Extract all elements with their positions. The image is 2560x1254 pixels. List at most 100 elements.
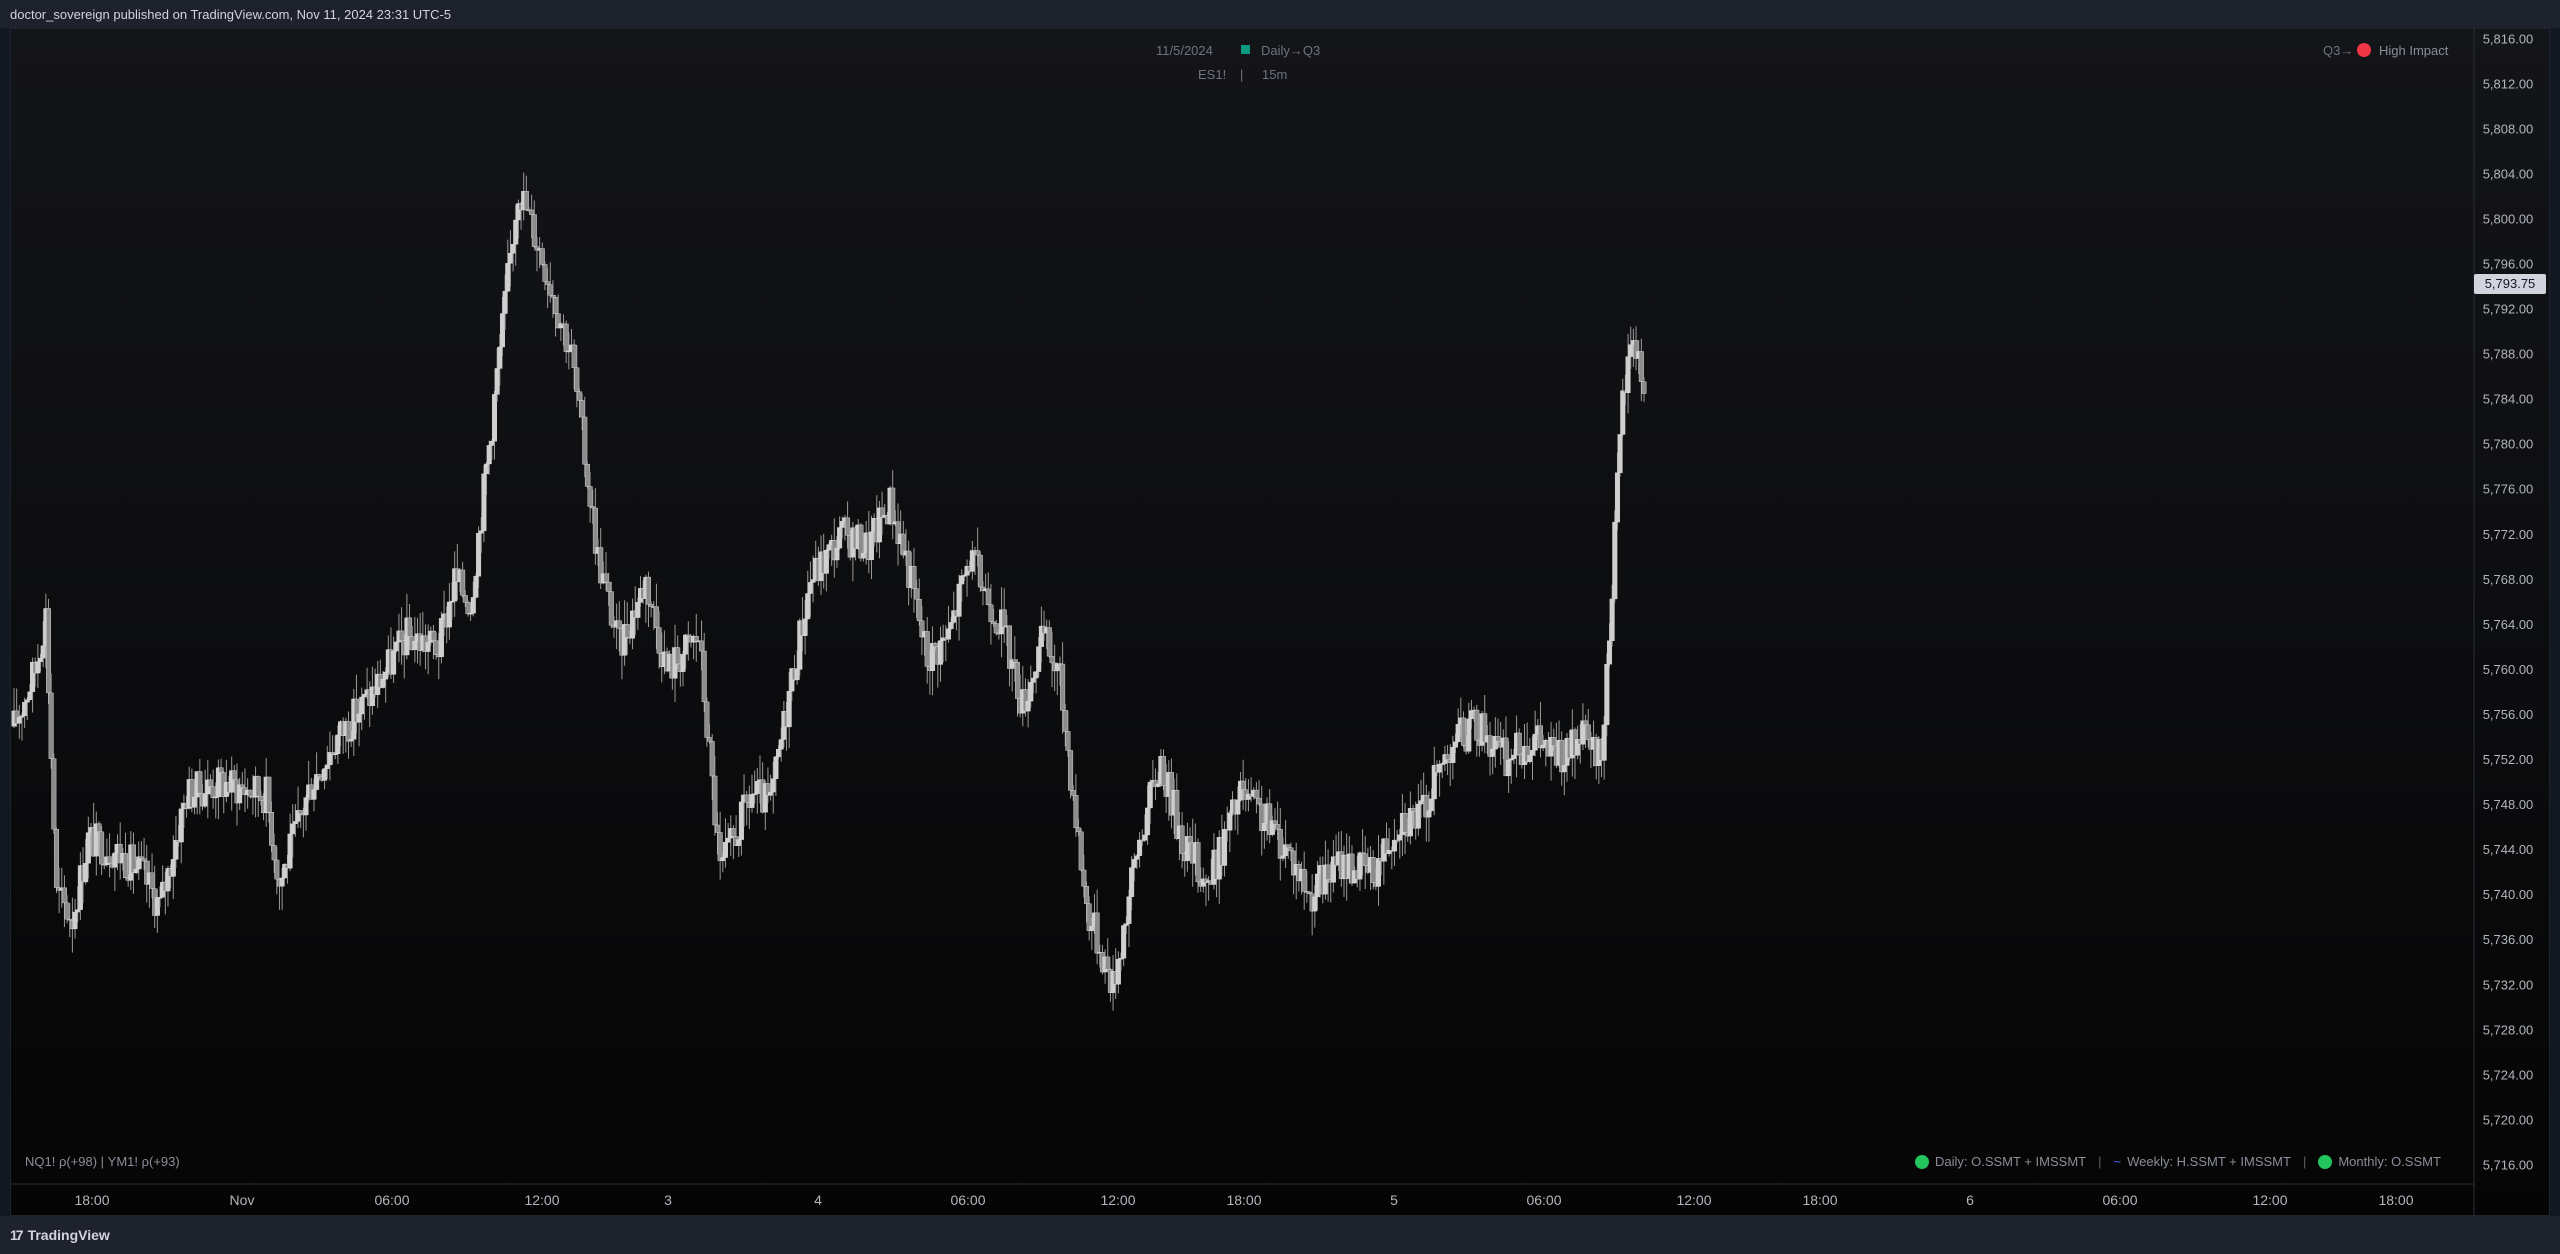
candle-body <box>717 832 723 862</box>
candle-body <box>1362 853 1368 866</box>
x-tick-label: 3 <box>664 1192 672 1208</box>
candle-body <box>1468 710 1474 720</box>
candle-body <box>701 650 707 703</box>
candle-body <box>805 593 811 620</box>
candle-body <box>685 634 691 637</box>
candle-body <box>271 845 277 861</box>
candle-body <box>1601 724 1607 761</box>
candle-body <box>624 624 630 638</box>
x-tick-label: 4 <box>814 1192 822 1208</box>
candle-body <box>462 595 468 603</box>
candle-body <box>645 576 651 605</box>
candle-body <box>1134 855 1140 860</box>
candle-body <box>680 654 686 672</box>
candle-body <box>956 583 962 617</box>
candle-body <box>1121 925 1127 959</box>
high-impact-dot-icon <box>2357 43 2371 62</box>
candle-body <box>202 793 208 807</box>
candle-body <box>197 771 203 794</box>
candle-body <box>786 690 792 728</box>
candle-body <box>1030 677 1036 683</box>
candle-body <box>1014 661 1020 699</box>
candle-body <box>22 702 28 716</box>
candle-body <box>861 552 867 559</box>
tradingview-logo[interactable]: 17 TradingView <box>10 1227 110 1243</box>
legend-separator: | <box>2098 1154 2102 1169</box>
candle-body <box>1115 958 1121 985</box>
candle-body <box>911 565 917 589</box>
candle-body <box>1460 717 1466 746</box>
candle-body <box>497 346 503 369</box>
candle-body <box>1527 755 1533 762</box>
candle-body <box>539 248 545 265</box>
candle-body <box>868 531 874 561</box>
candle-body <box>1506 759 1512 777</box>
candle-body <box>269 812 275 846</box>
candle-body <box>1253 789 1259 799</box>
y-tick-label: 5,800.00 <box>2483 211 2534 226</box>
y-tick-label: 5,732.00 <box>2483 977 2534 992</box>
impact-prefix: Q3→ <box>2323 43 2354 58</box>
candle-body <box>890 487 896 525</box>
candle-body <box>83 863 89 883</box>
candle-body <box>1455 724 1461 742</box>
candle-body <box>484 463 490 475</box>
candle-body <box>571 344 577 368</box>
candle-body <box>130 844 136 873</box>
candle-body <box>1402 812 1408 833</box>
candle-body <box>1437 763 1443 773</box>
green-dot-icon <box>2318 1154 2333 1169</box>
candle-body <box>1049 655 1055 664</box>
candle-body <box>977 554 983 588</box>
candle-body <box>258 795 264 801</box>
candle-body <box>1046 627 1052 657</box>
time-axis: 18:00 Nov 06:00 12:00 3 4 06:00 12:00 18:00 5 06:0… <box>10 1183 2474 1208</box>
candle-body <box>1551 737 1557 747</box>
candle-body <box>592 507 598 554</box>
candle-body <box>210 786 216 798</box>
legend-daily: Daily: O.SSMT + IMSSMT <box>1935 1154 2087 1169</box>
candle-body <box>1511 754 1517 759</box>
legend-separator: | <box>2302 1154 2307 1169</box>
y-tick-label: 5,816.00 <box>2483 31 2534 46</box>
y-tick-label: 5,792.00 <box>2483 302 2534 317</box>
candle-body <box>324 764 330 769</box>
candle-body <box>502 290 508 314</box>
candle-body <box>122 853 128 878</box>
y-tick-label: 5,748.00 <box>2483 797 2534 812</box>
candle-body <box>754 780 760 794</box>
candle-body <box>207 779 213 787</box>
candle-body <box>1160 756 1166 786</box>
candle-body <box>1415 803 1421 829</box>
interval-label: 15m <box>1262 67 1288 82</box>
candle-body <box>1261 823 1267 831</box>
candle-body <box>24 699 30 703</box>
candle-body <box>61 887 67 904</box>
x-tick-label: 6 <box>1966 1192 1974 1208</box>
candle-body <box>412 640 418 650</box>
legend-weekly: Weekly: H.SSMT + IMSSMT <box>2127 1154 2291 1169</box>
candle-body <box>478 530 484 534</box>
candlestick-chart[interactable]: 5,816.00 5,812.00 5,808.00 5,804.00 5,800.00… <box>0 0 2560 1216</box>
candle-body <box>1272 820 1278 825</box>
candle-body <box>802 618 808 636</box>
candle-body <box>776 749 782 758</box>
candle-body <box>845 517 851 536</box>
candle-body <box>112 852 118 868</box>
candle-body <box>149 872 155 889</box>
candle-body <box>1123 923 1129 926</box>
candle-body <box>1314 873 1320 898</box>
candle-body <box>154 897 160 916</box>
candle-body <box>470 597 476 614</box>
candle-body <box>141 858 147 862</box>
candle-body <box>393 641 399 652</box>
candle-body <box>446 601 452 628</box>
candle-body <box>476 533 482 577</box>
candle-body <box>1508 758 1514 761</box>
candle-body <box>322 768 328 781</box>
y-tick-label: 5,772.00 <box>2483 527 2534 542</box>
candle-body <box>1070 790 1076 796</box>
candle-body <box>255 776 261 797</box>
candle-body <box>391 650 397 675</box>
candle-body <box>991 621 997 624</box>
